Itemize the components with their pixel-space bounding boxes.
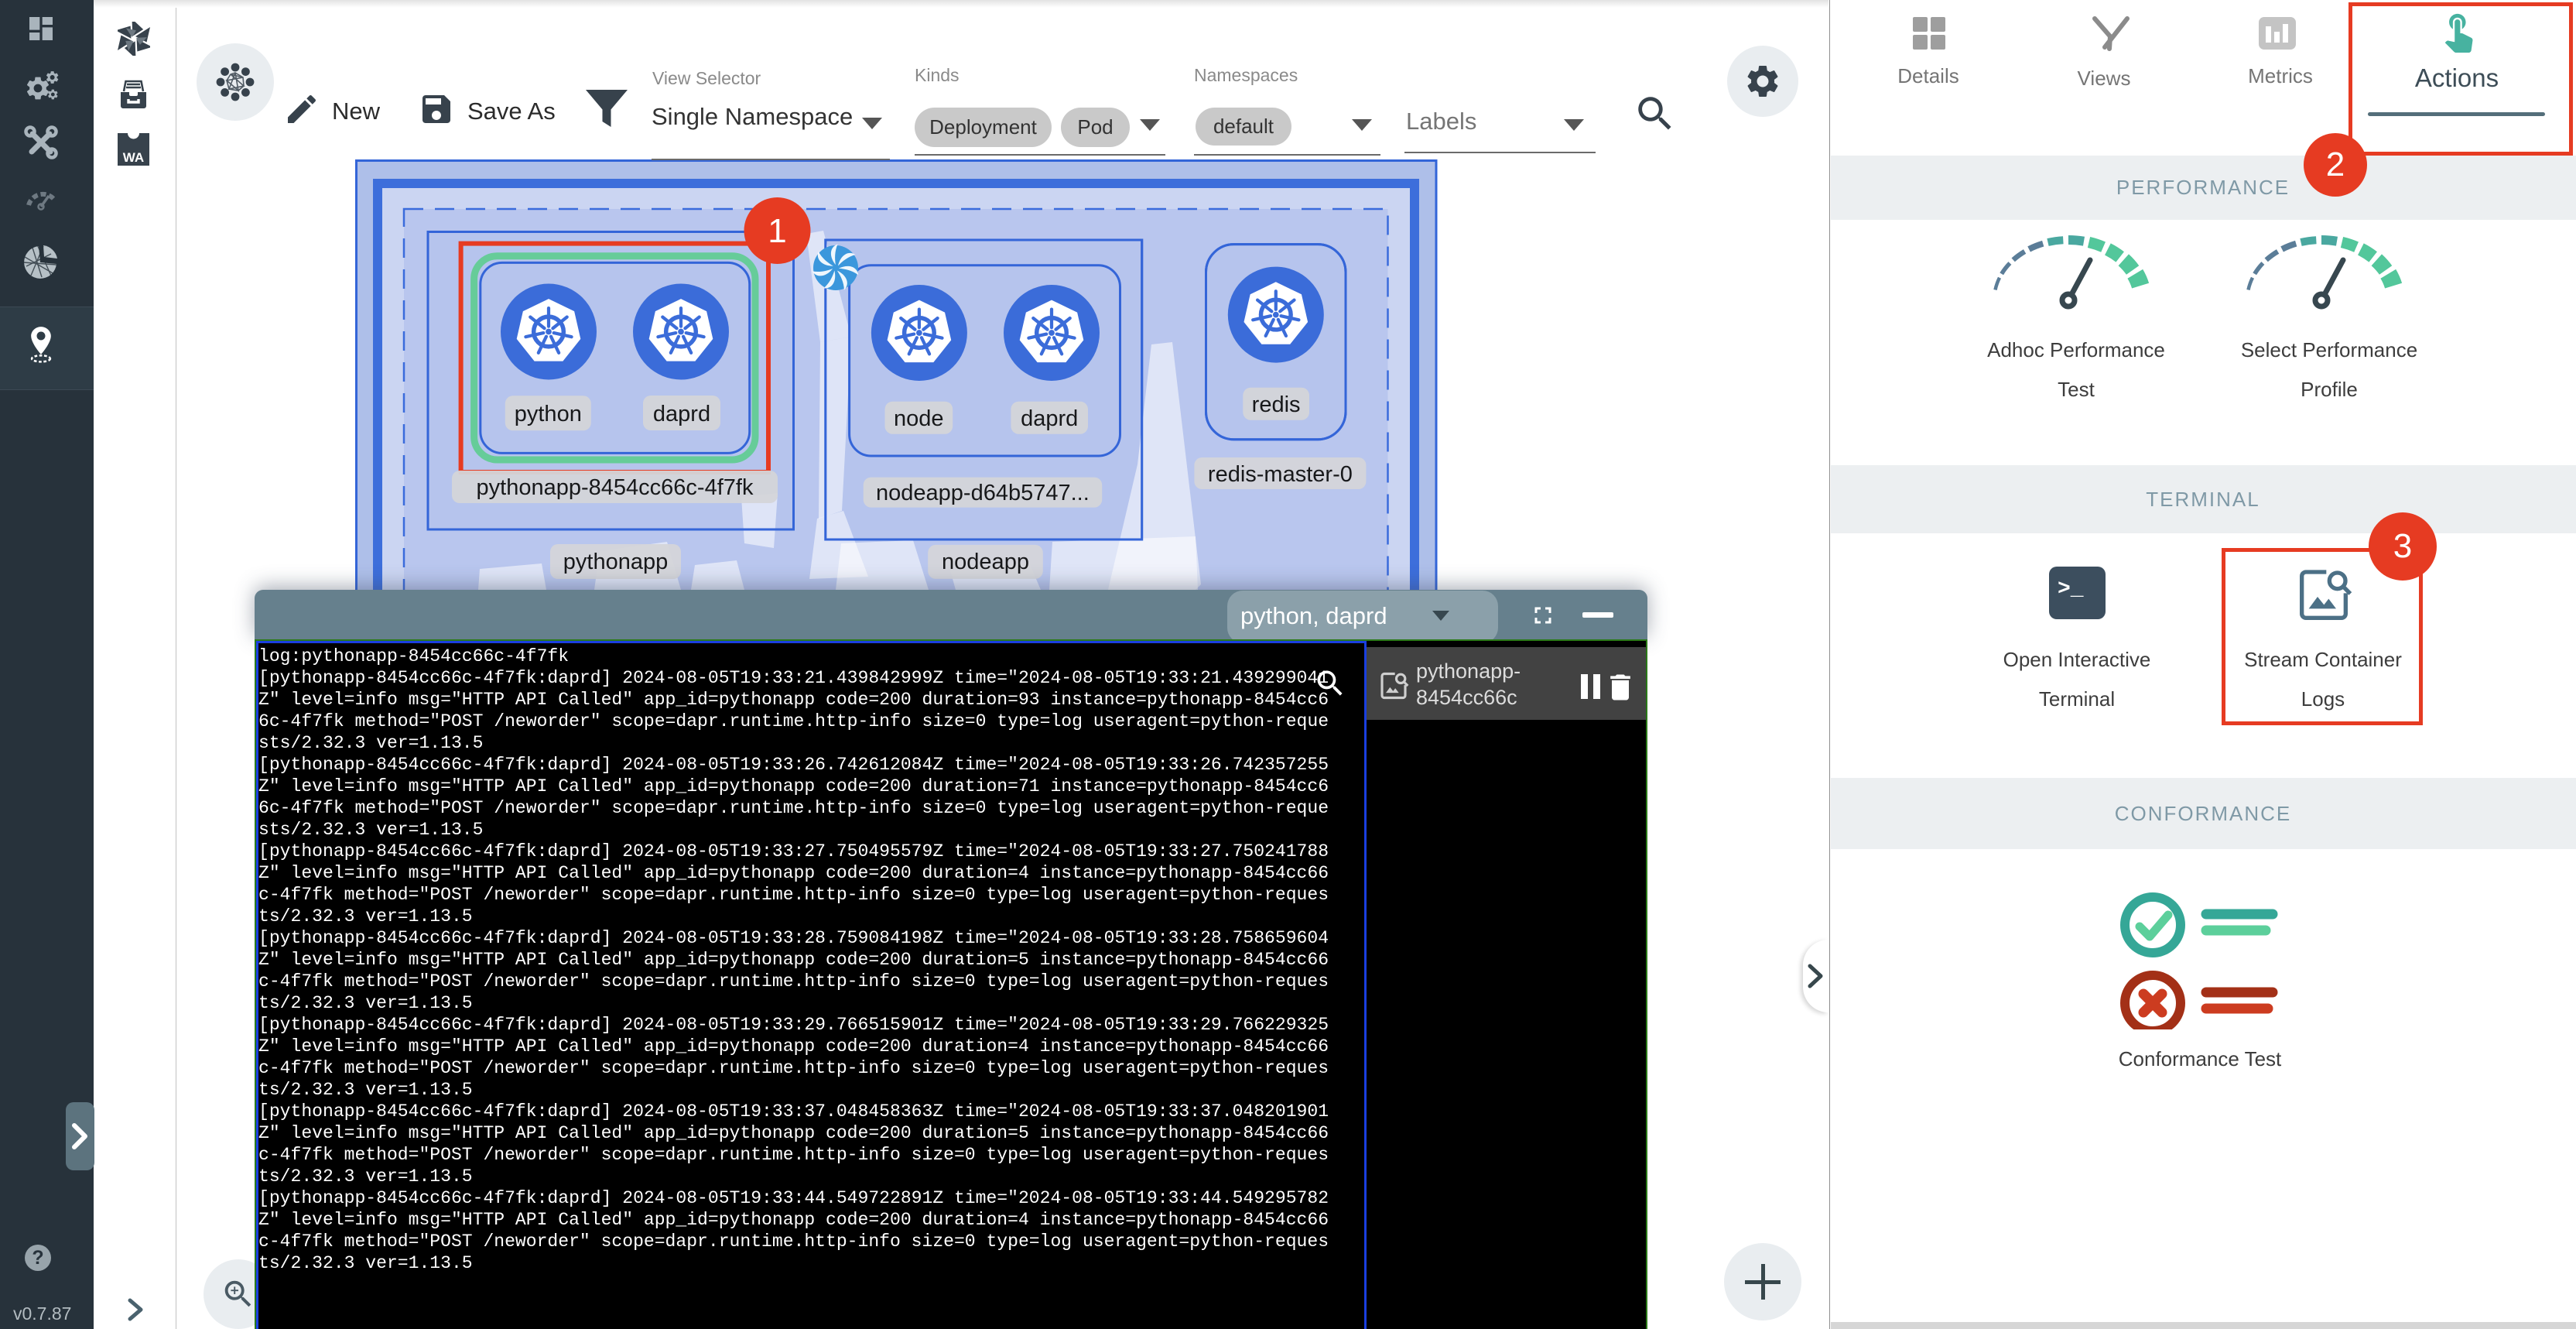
- svg-text:python: python: [515, 402, 582, 426]
- svg-text:WA: WA: [123, 150, 144, 165]
- svg-text:pythonapp: pythonapp: [563, 550, 668, 574]
- svg-text:daprd: daprd: [653, 402, 710, 426]
- svg-text:1: 1: [768, 212, 786, 250]
- svg-text:redis-master-0: redis-master-0: [1208, 462, 1353, 487]
- svg-text:redis: redis: [1252, 392, 1301, 417]
- svg-text:daprd: daprd: [1021, 406, 1078, 431]
- svg-text:node: node: [894, 406, 944, 431]
- svg-text:nodeapp-d64b5747...: nodeapp-d64b5747...: [876, 481, 1090, 505]
- svg-text:nodeapp: nodeapp: [942, 550, 1029, 574]
- svg-text:pythonapp-8454cc66c-4f7fk: pythonapp-8454cc66c-4f7fk: [477, 475, 754, 500]
